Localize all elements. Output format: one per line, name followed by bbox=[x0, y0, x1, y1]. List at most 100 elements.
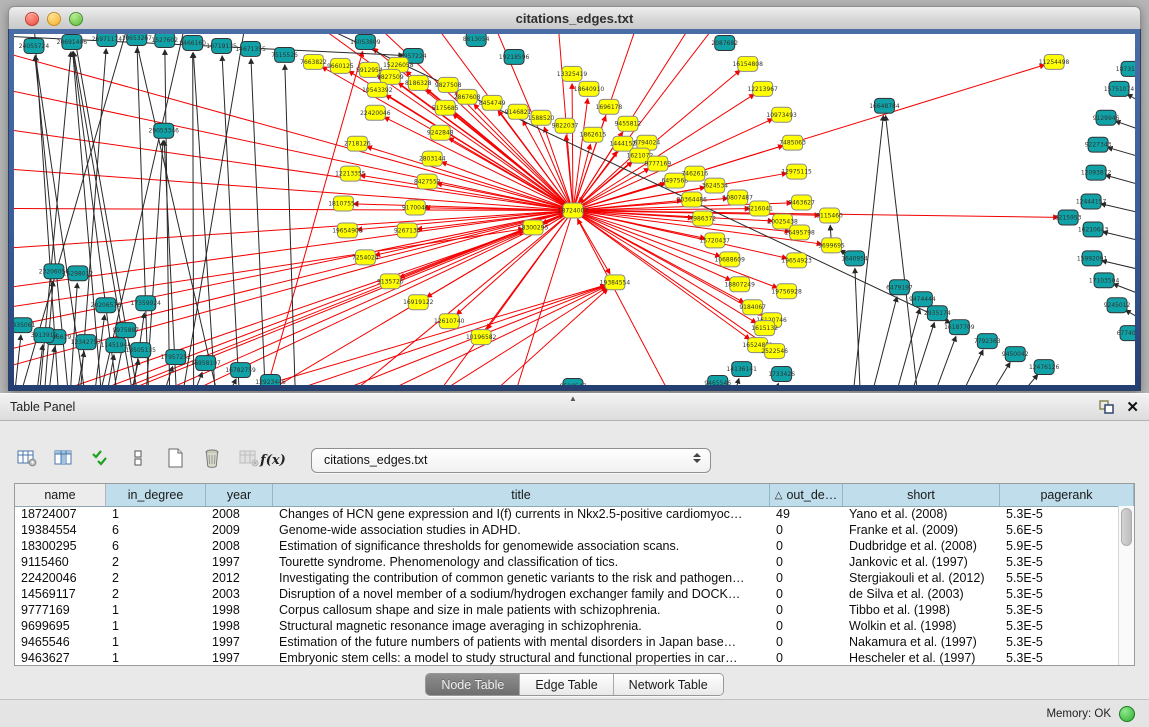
graph-node[interactable]: 3913919 bbox=[31, 328, 58, 343]
window-titlebar[interactable]: citations_edges.txt bbox=[8, 6, 1141, 31]
table-row[interactable]: 977716911998Corpus callosum shape and si… bbox=[15, 602, 1119, 618]
graph-node[interactable]: 9975887 bbox=[112, 323, 139, 338]
graph-node[interactable]: 6216041 bbox=[746, 201, 773, 216]
graph-node[interactable]: 7254024 bbox=[352, 250, 379, 265]
graph-node[interactable]: 6774011 bbox=[1117, 326, 1135, 341]
graph-node[interactable]: 14136141 bbox=[726, 362, 757, 377]
zoom-window-button[interactable] bbox=[69, 12, 83, 26]
graph-node[interactable]: 12975115 bbox=[781, 164, 812, 179]
close-window-button[interactable] bbox=[25, 12, 39, 26]
graph-node[interactable]: 7462616 bbox=[681, 166, 708, 181]
graph-node[interactable]: 16053809 bbox=[350, 34, 381, 49]
graph-node[interactable]: 8215953 bbox=[1055, 210, 1082, 225]
table-row[interactable]: 1938455462009Genome-wide association stu… bbox=[15, 522, 1119, 538]
graph-node[interactable]: 9463627 bbox=[788, 195, 815, 210]
scrollbar-thumb[interactable] bbox=[1121, 508, 1132, 546]
graph-node[interactable]: 9245012 bbox=[1104, 298, 1131, 313]
graph-node[interactable]: 1615132 bbox=[751, 321, 778, 336]
graph-node[interactable]: 2718126 bbox=[344, 136, 371, 151]
graph-node[interactable]: 2522546 bbox=[761, 344, 788, 359]
column-header-year[interactable]: year bbox=[206, 484, 273, 506]
graph-node[interactable]: 8454749 bbox=[479, 95, 506, 110]
graph-node[interactable]: 9777169 bbox=[645, 156, 672, 171]
graph-node[interactable]: 18640910 bbox=[574, 81, 605, 96]
graph-node[interactable]: 1640954 bbox=[841, 251, 868, 266]
column-header-pagerank[interactable]: pagerank bbox=[1000, 484, 1134, 506]
table-panel-titlebar[interactable]: Table Panel ▲ ✕ bbox=[0, 393, 1149, 421]
graph-node[interactable]: 7986372 bbox=[689, 211, 716, 226]
graph-node[interactable]: 16919122 bbox=[403, 295, 434, 310]
graph-node[interactable]: 9450042 bbox=[1002, 347, 1029, 362]
graph-node[interactable]: 9699695 bbox=[818, 238, 845, 253]
graph-node[interactable]: 8427552 bbox=[414, 174, 441, 189]
graph-node[interactable]: 15720437 bbox=[700, 233, 731, 248]
table-scrollbar[interactable] bbox=[1118, 506, 1134, 665]
graph-node[interactable]: 9660125 bbox=[327, 58, 354, 73]
graph-node[interactable]: 12923446 bbox=[255, 375, 286, 385]
table-row[interactable]: 2242004622012Investigating the contribut… bbox=[15, 570, 1119, 586]
function-builder-button[interactable]: f(x) bbox=[260, 447, 286, 473]
graph-node[interactable]: 8813054 bbox=[463, 34, 490, 46]
row-selection-button[interactable] bbox=[125, 447, 151, 473]
tab-node-table[interactable]: Node Table bbox=[426, 674, 520, 695]
select-all-button[interactable] bbox=[88, 447, 114, 473]
network-canvas[interactable]: 2405572420691406269711741065326715276028… bbox=[14, 34, 1135, 385]
graph-node[interactable]: 12213355 bbox=[335, 166, 366, 181]
graph-node[interactable]: 2087682 bbox=[711, 35, 738, 50]
graph-node[interactable]: 1696178 bbox=[596, 99, 623, 114]
graph-node[interactable]: 9474444 bbox=[909, 292, 936, 307]
graph-node[interactable]: 16154808 bbox=[732, 56, 763, 71]
graph-node[interactable]: 7485063 bbox=[779, 135, 806, 150]
graph-node[interactable]: 10719135 bbox=[206, 38, 237, 53]
table-row[interactable]: 1872400712008Changes of HCN gene express… bbox=[15, 506, 1119, 522]
graph-node[interactable]: 9267130 bbox=[394, 223, 421, 238]
graph-node[interactable]: 11254498 bbox=[1039, 54, 1070, 69]
graph-node[interactable]: 7663822 bbox=[300, 54, 327, 69]
graph-node[interactable]: 12213967 bbox=[747, 81, 778, 96]
graph-node[interactable]: 10196582 bbox=[466, 330, 497, 345]
graph-node[interactable]: 9227343 bbox=[1085, 137, 1112, 152]
graph-node[interactable]: 1527602 bbox=[151, 34, 178, 47]
graph-node[interactable]: 19756928 bbox=[771, 284, 802, 299]
column-header-title[interactable]: title bbox=[273, 484, 770, 506]
graph-node[interactable]: 8510547 bbox=[560, 379, 587, 385]
graph-node[interactable]: 2867608 bbox=[454, 89, 481, 104]
graph-node[interactable]: 15751074 bbox=[1104, 81, 1135, 96]
graph-node[interactable]: 2803144 bbox=[419, 151, 446, 166]
graph-node[interactable]: 12444157 bbox=[1076, 194, 1107, 209]
graph-node[interactable]: 24055724 bbox=[19, 38, 50, 53]
graph-node[interactable]: 6479197 bbox=[886, 280, 913, 295]
column-header-in_degree[interactable]: in_degree bbox=[106, 484, 206, 506]
table-row[interactable]: 911546021997Tourette syndrome. Phenomeno… bbox=[15, 554, 1119, 570]
column-header-out_de[interactable]: △out_de… bbox=[770, 484, 843, 506]
splitter-grip-icon[interactable]: ▲ bbox=[566, 395, 580, 402]
graph-node[interactable]: 17103504 bbox=[1089, 273, 1120, 288]
column-visibility-button[interactable] bbox=[51, 447, 77, 473]
table-settings-button[interactable] bbox=[14, 447, 40, 473]
graph-node[interactable]: 5175685 bbox=[432, 100, 459, 115]
citation-network-graph[interactable]: 2405572420691406269711741065326715276028… bbox=[14, 34, 1135, 385]
graph-node[interactable]: 9465546 bbox=[704, 376, 731, 385]
table-row[interactable]: 969969511998Structural magnetic resonanc… bbox=[15, 618, 1119, 634]
graph-node[interactable]: 8186328 bbox=[405, 75, 432, 90]
graph-node[interactable]: 19218596 bbox=[499, 49, 530, 64]
tab-network-table[interactable]: Network Table bbox=[614, 674, 723, 695]
graph-node[interactable]: 15992091 bbox=[1077, 251, 1108, 266]
delete-table-button[interactable] bbox=[199, 447, 225, 473]
column-header-name[interactable]: name bbox=[15, 484, 106, 506]
table-row[interactable]: 946554611997Estimation of the future num… bbox=[15, 634, 1119, 650]
graph-node[interactable]: 10807487 bbox=[723, 190, 754, 205]
table-row[interactable]: 1830029562008Estimation of significance … bbox=[15, 538, 1119, 554]
graph-node[interactable]: 26971174 bbox=[92, 34, 123, 46]
float-panel-icon[interactable] bbox=[1099, 400, 1114, 414]
tab-edge-table[interactable]: Edge Table bbox=[520, 674, 613, 695]
graph-node[interactable]: 1733426 bbox=[768, 367, 795, 382]
graph-node[interactable]: 9827508 bbox=[435, 77, 462, 92]
graph-node[interactable]: 1435061 bbox=[14, 318, 35, 333]
graph-node[interactable]: 12476126 bbox=[1029, 360, 1060, 375]
table-row[interactable]: 1456911722003Disruption of a novel membe… bbox=[15, 586, 1119, 602]
column-header-short[interactable]: short bbox=[843, 484, 1000, 506]
graph-node[interactable]: 3624534 bbox=[701, 178, 728, 193]
graph-node[interactable]: 8466160 bbox=[179, 35, 206, 50]
table-source-select[interactable]: citations_edges.txt bbox=[311, 448, 711, 473]
